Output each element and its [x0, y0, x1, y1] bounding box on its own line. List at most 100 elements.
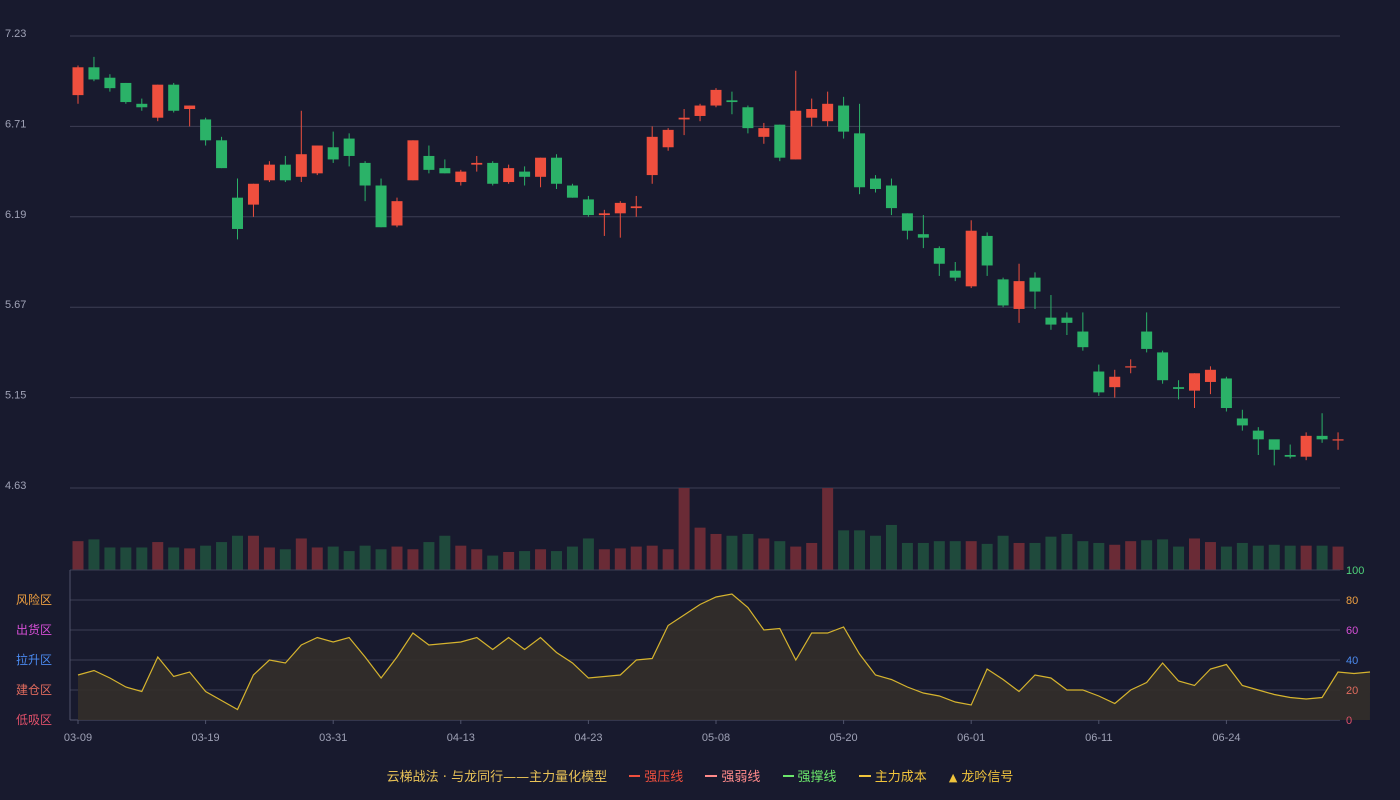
candle-body — [1013, 281, 1025, 309]
oscillator-tick-label: 20 — [1346, 685, 1358, 697]
volume-bar — [263, 547, 275, 570]
legend-strength-line[interactable]: 强弱线 — [705, 766, 760, 785]
candle-body — [1173, 387, 1185, 389]
volume-bar — [981, 543, 993, 570]
volume-bar — [854, 530, 866, 570]
volume-bars — [72, 488, 1344, 570]
date-tick-label: 06-01 — [957, 732, 985, 744]
candle-body — [263, 164, 275, 181]
volume-bar — [1252, 545, 1264, 570]
candle-body — [88, 67, 100, 80]
candle-body — [1157, 352, 1169, 381]
legend-strong-pressure[interactable]: 强压线 — [629, 766, 683, 785]
volume-bar — [1045, 536, 1057, 570]
date-tick-label: 03-09 — [64, 732, 92, 744]
zone-label-build: 建仓区 — [16, 683, 52, 697]
legend-strong-pressure-label: 强压线 — [644, 770, 684, 785]
volume-bar — [1013, 542, 1025, 570]
oscillator-tick-label: 60 — [1346, 625, 1358, 637]
candle-body — [726, 100, 738, 103]
candle-body — [1029, 277, 1041, 292]
candle-body — [1252, 430, 1264, 440]
candle-body — [1284, 454, 1296, 457]
volume-bar — [790, 546, 802, 570]
date-tick-label: 04-23 — [574, 732, 602, 744]
strength-line-dash-icon — [705, 774, 718, 777]
candle-body — [566, 185, 578, 198]
volume-bar — [949, 541, 961, 570]
volume-bar — [614, 548, 626, 570]
candle-body — [662, 129, 674, 148]
strong-support-line-icon — [782, 774, 794, 777]
candle-body — [216, 140, 228, 169]
volume-bar — [917, 542, 929, 570]
volume-bar — [535, 549, 547, 570]
oscillator-area — [78, 594, 1370, 720]
volume-bar — [1141, 540, 1153, 570]
price-tick-label: 5.67 — [5, 299, 26, 311]
volume-bar — [120, 547, 132, 570]
candle-body — [200, 119, 212, 141]
price-tick-label: 4.63 — [5, 480, 26, 492]
volume-bar — [901, 542, 913, 570]
candle-body — [279, 164, 291, 181]
volume-bar — [247, 535, 259, 570]
price-tick-label: 5.15 — [5, 390, 26, 402]
zone-label-risk: 风险区 — [16, 592, 52, 607]
candle-body — [678, 117, 690, 120]
candle-body — [1268, 439, 1280, 450]
legend-strong-support[interactable]: 强撑线 — [782, 766, 837, 785]
oscillator-tick-label: 40 — [1346, 655, 1358, 667]
main-cost-dash-icon — [858, 774, 871, 777]
candle-body — [439, 168, 451, 174]
candle-body — [152, 84, 164, 118]
volume-bar — [200, 545, 212, 570]
candle-body — [519, 171, 531, 177]
volume-bar — [1316, 545, 1328, 570]
volume-bar — [423, 542, 435, 570]
volume-bar — [311, 547, 323, 570]
triangle-up-icon: ▲ — [948, 771, 958, 784]
legend-main-cost[interactable]: 主力成本 — [858, 766, 927, 785]
volume-bar — [726, 535, 738, 570]
volume-bar — [1220, 546, 1232, 570]
volume-bar — [933, 541, 945, 570]
candle-body — [1220, 378, 1232, 409]
candle-body — [423, 155, 435, 170]
volume-bar — [1189, 538, 1200, 570]
legend-dragon-signal-label: 龙吟信号 — [961, 770, 1014, 785]
volume-bar — [519, 551, 531, 570]
legend-main-cost-label: 主力成本 — [874, 770, 927, 785]
volume-bar — [184, 548, 196, 570]
date-tick-label: 05-08 — [702, 732, 730, 744]
candle-body — [790, 110, 802, 160]
volume-bar — [870, 535, 881, 570]
volume-bar — [694, 527, 706, 570]
legend-model-title-text: 云梯战法 · 与龙同行——主力量化模型 — [386, 770, 608, 785]
price-tick-label: 6.71 — [5, 118, 26, 130]
legend-dragon-signal[interactable]: ▲ 龙吟信号 — [949, 766, 1013, 785]
volume-bar — [1332, 546, 1344, 570]
volume-bar — [1204, 542, 1216, 570]
candle-body — [806, 109, 818, 118]
volume-bar — [1268, 544, 1280, 570]
date-tick-label: 04-13 — [447, 732, 475, 744]
candle-body — [582, 199, 594, 216]
chart-legend: 云梯战法 · 与龙同行——主力量化模型 强压线 强弱线 强撑线 主力成本 ▲ 龙吟… — [0, 766, 1400, 785]
volume-bar — [758, 538, 770, 570]
volume-bar — [327, 546, 339, 570]
candle-body — [885, 185, 897, 209]
volume-bar — [391, 546, 403, 570]
candle-body — [822, 103, 834, 122]
candle-body — [965, 230, 977, 287]
candle-body — [72, 67, 84, 96]
candle-body — [359, 162, 371, 186]
candle-body — [901, 213, 913, 231]
candle-body — [247, 183, 259, 205]
candle-body — [870, 178, 881, 189]
volume-bar — [455, 545, 467, 570]
candle-body — [646, 136, 658, 176]
candle-body — [487, 162, 499, 184]
volume-bar — [487, 555, 499, 570]
date-tick-label: 06-24 — [1212, 732, 1240, 744]
